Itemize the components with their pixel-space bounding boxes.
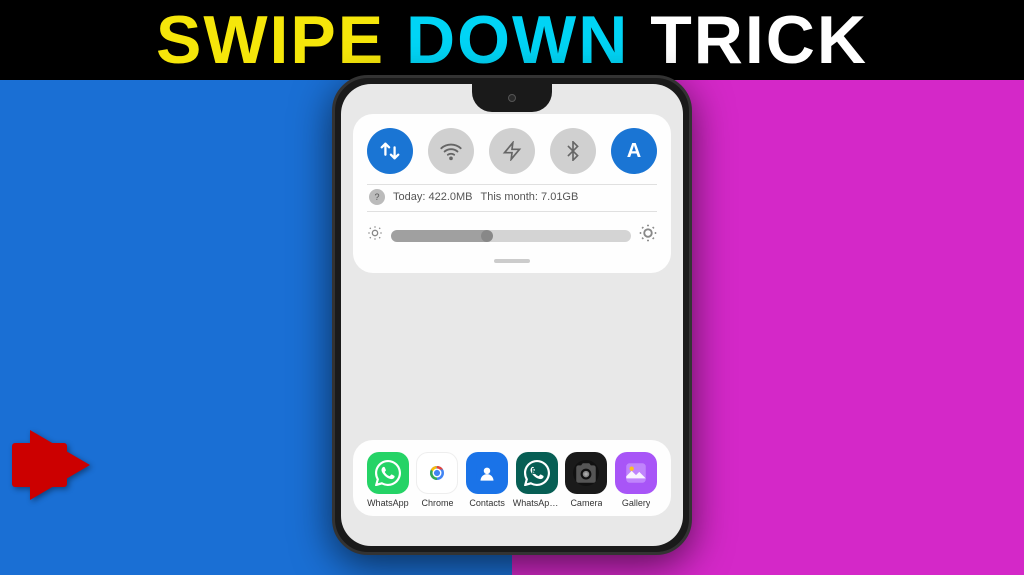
phone-body: A ? Today: 422.0MB This month: 7.01GB — [332, 75, 692, 555]
whatsapp-business-label: WhatsApp _ — [513, 498, 561, 508]
data-usage-icon: ? — [369, 189, 385, 205]
gallery-label: Gallery — [622, 498, 651, 508]
contacts-icon — [466, 452, 508, 494]
brightness-low-icon — [367, 225, 383, 246]
auto-brightness-toggle[interactable]: A — [611, 128, 657, 174]
flashlight-toggle[interactable] — [489, 128, 535, 174]
camera-label: Camera — [570, 498, 602, 508]
chrome-icon — [416, 452, 458, 494]
title-down: DOWN — [385, 6, 650, 74]
chrome-label: Chrome — [421, 498, 453, 508]
camera-icon — [565, 452, 607, 494]
data-usage-row: ? Today: 422.0MB This month: 7.01GB — [367, 184, 657, 212]
bluetooth-toggle[interactable] — [550, 128, 596, 174]
contacts-label: Contacts — [469, 498, 505, 508]
arrow-indicator — [30, 430, 90, 500]
whatsapp-business-icon: B — [516, 452, 558, 494]
app-item-whatsapp[interactable]: WhatsApp — [364, 452, 412, 508]
data-month: This month: 7.01GB — [481, 191, 579, 203]
wifi-toggle[interactable] — [428, 128, 474, 174]
right-arrow-icon — [30, 430, 90, 500]
title-trick: TRICK — [650, 6, 868, 74]
quick-toggles-row: A — [367, 128, 657, 174]
app-dock: WhatsApp — [353, 440, 671, 516]
app-item-chrome[interactable]: Chrome — [413, 452, 461, 508]
data-toggle[interactable] — [367, 128, 413, 174]
app-item-contacts[interactable]: Contacts — [463, 452, 511, 508]
whatsapp-icon — [367, 452, 409, 494]
app-item-whatsapp-business[interactable]: B WhatsApp _ — [513, 452, 561, 508]
phone-mockup: A ? Today: 422.0MB This month: 7.01GB — [332, 75, 692, 555]
panel-drag-handle — [494, 259, 530, 263]
phone-notch — [472, 84, 552, 112]
brightness-handle[interactable] — [481, 230, 493, 242]
data-today: Today: 422.0MB — [393, 191, 473, 203]
phone-screen: A ? Today: 422.0MB This month: 7.01GB — [341, 84, 683, 546]
brightness-high-icon — [639, 224, 657, 247]
app-item-gallery[interactable]: Gallery — [612, 452, 660, 508]
camera-dot — [508, 94, 516, 102]
notification-panel: A ? Today: 422.0MB This month: 7.01GB — [353, 114, 671, 273]
brightness-slider-row — [367, 220, 657, 251]
svg-text:B: B — [531, 466, 537, 476]
title-bar: SWIPE DOWN TRICK — [0, 0, 1024, 80]
app-item-camera[interactable]: Camera — [562, 452, 610, 508]
brightness-track[interactable] — [391, 230, 631, 242]
title-swipe: SWIPE — [156, 6, 385, 74]
whatsapp-label: WhatsApp — [367, 498, 409, 508]
gallery-icon — [615, 452, 657, 494]
